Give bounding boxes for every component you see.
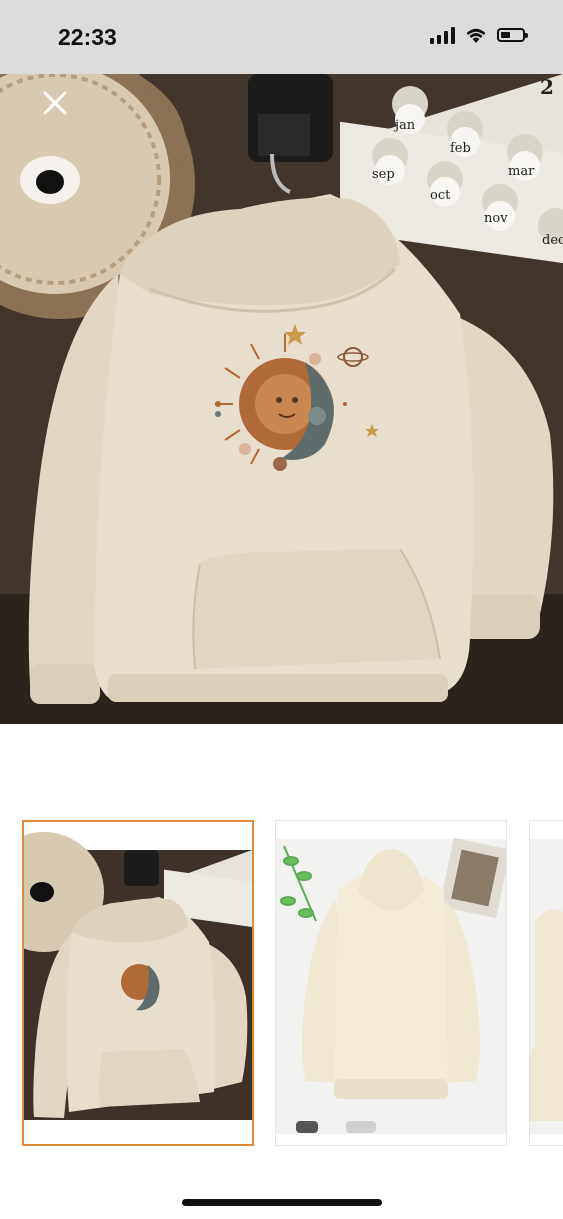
battery-icon (497, 28, 528, 42)
status-icons (430, 26, 528, 44)
calendar-nov: nov (484, 211, 508, 226)
thumbnail-1-selected[interactable] (22, 820, 254, 1146)
thumbnail-2[interactable] (275, 820, 507, 1146)
calendar-feb: feb (450, 141, 471, 156)
hoodie-photo: jan feb mar sep oct nov dec 2 (0, 74, 563, 724)
status-time: 22:33 (58, 24, 117, 50)
calendar-corner-number: 2 (540, 75, 554, 99)
close-icon[interactable] (38, 86, 72, 120)
calendar-jan: jan (393, 118, 416, 133)
wifi-icon (466, 28, 486, 43)
calendar-sep: sep (372, 167, 395, 182)
thumbnail-strip[interactable] (0, 818, 563, 1150)
status-bar: 22:33 (0, 0, 563, 74)
home-indicator[interactable] (182, 1199, 382, 1206)
calendar-dec: dec (542, 233, 563, 248)
calendar-mar: mar (508, 164, 535, 179)
thumbnail-3[interactable] (529, 820, 563, 1146)
thumbnail-hoodie-print-image (24, 822, 252, 1144)
thumbnail-hoodie-detail-image (530, 821, 563, 1145)
thumbnail-hoodie-back-image (276, 821, 506, 1145)
battery-level (501, 32, 510, 38)
main-product-image[interactable]: jan feb mar sep oct nov dec 2 (0, 74, 563, 724)
calendar-oct: oct (430, 188, 451, 203)
cellular-signal-icon (430, 26, 455, 44)
